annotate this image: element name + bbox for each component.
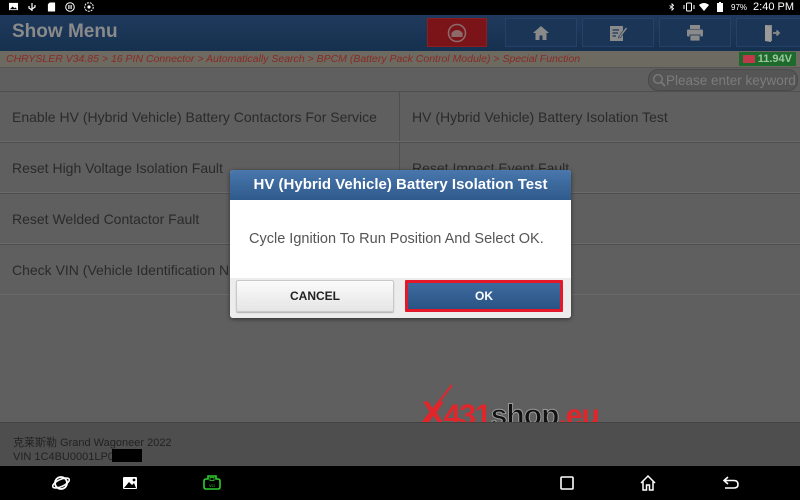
report-button[interactable] — [582, 18, 654, 47]
car-globe-icon — [447, 23, 467, 42]
vibrate-icon — [683, 2, 695, 12]
svg-text:VCI: VCI — [209, 484, 215, 488]
gallery-icon — [8, 2, 18, 12]
edit-note-icon — [610, 25, 628, 41]
menu-item[interactable]: Enable HV (Hybrid Vehicle) Battery Conta… — [0, 92, 400, 141]
vin-text: VIN 1C4BU0001LP0 — [13, 451, 114, 463]
search-input[interactable] — [666, 71, 796, 89]
pause-icon — [65, 2, 75, 12]
menu-row: Enable HV (Hybrid Vehicle) Battery Conta… — [0, 91, 800, 142]
title-bar: Show Menu — [0, 15, 800, 51]
breadcrumb-bar: CHRYSLER V34.85 > 16 PIN Connector > Aut… — [0, 51, 800, 68]
home-icon[interactable] — [638, 473, 658, 493]
battery-voltage-badge: 11.94V — [738, 52, 796, 66]
wifi-icon — [699, 2, 710, 12]
system-nav-bar: VCI — [0, 466, 800, 500]
confirm-dialog: HV (Hybrid Vehicle) Battery Isolation Te… — [230, 170, 571, 318]
voltage-value: 11.94V — [757, 53, 792, 65]
home-button[interactable] — [505, 18, 577, 47]
page-title: Show Menu — [12, 21, 118, 42]
vin-line: VIN 1C4BU0001LP0 — [13, 449, 142, 463]
search-box — [648, 69, 798, 91]
bluetooth-icon — [667, 2, 677, 12]
breadcrumb: CHRYSLER V34.85 > 16 PIN Connector > Aut… — [6, 53, 581, 65]
diagnose-button[interactable] — [427, 18, 487, 47]
browser-icon[interactable] — [51, 473, 71, 493]
clock: 2:40 PM — [753, 1, 794, 13]
cancel-button[interactable]: CANCEL — [236, 280, 394, 312]
battery-percent: 97% — [731, 2, 748, 12]
dialog-title: HV (Hybrid Vehicle) Battery Isolation Te… — [230, 170, 571, 200]
sync-icon — [84, 2, 94, 12]
battery-icon — [715, 2, 725, 12]
print-button[interactable] — [659, 18, 731, 47]
exit-button[interactable] — [736, 18, 800, 47]
vci-icon[interactable]: VCI — [202, 473, 222, 493]
dialog-footer: CANCEL OK — [230, 278, 571, 318]
dialog-message: Cycle Ignition To Run Position And Selec… — [249, 231, 544, 247]
recent-apps-icon[interactable] — [557, 473, 577, 493]
back-icon[interactable] — [721, 473, 741, 493]
vehicle-name: 克莱斯勒 Grand Wagoneer 2022 — [13, 437, 172, 449]
toolbar — [427, 18, 800, 47]
sd-card-icon — [46, 2, 56, 12]
home-icon — [533, 25, 549, 40]
search-icon — [652, 73, 666, 87]
status-bar: 97% 2:40 PM — [0, 0, 800, 15]
exit-door-icon — [765, 24, 781, 42]
usb-icon — [27, 2, 37, 12]
vin-redaction — [111, 449, 142, 462]
menu-item[interactable]: HV (Hybrid Vehicle) Battery Isolation Te… — [400, 92, 800, 141]
vehicle-info-bar: 克莱斯勒 Grand Wagoneer 2022 VIN 1C4BU0001LP… — [0, 422, 800, 466]
car-battery-icon — [742, 55, 755, 63]
ok-button[interactable]: OK — [405, 280, 563, 312]
gallery-icon[interactable] — [120, 473, 140, 493]
printer-icon — [687, 24, 703, 41]
